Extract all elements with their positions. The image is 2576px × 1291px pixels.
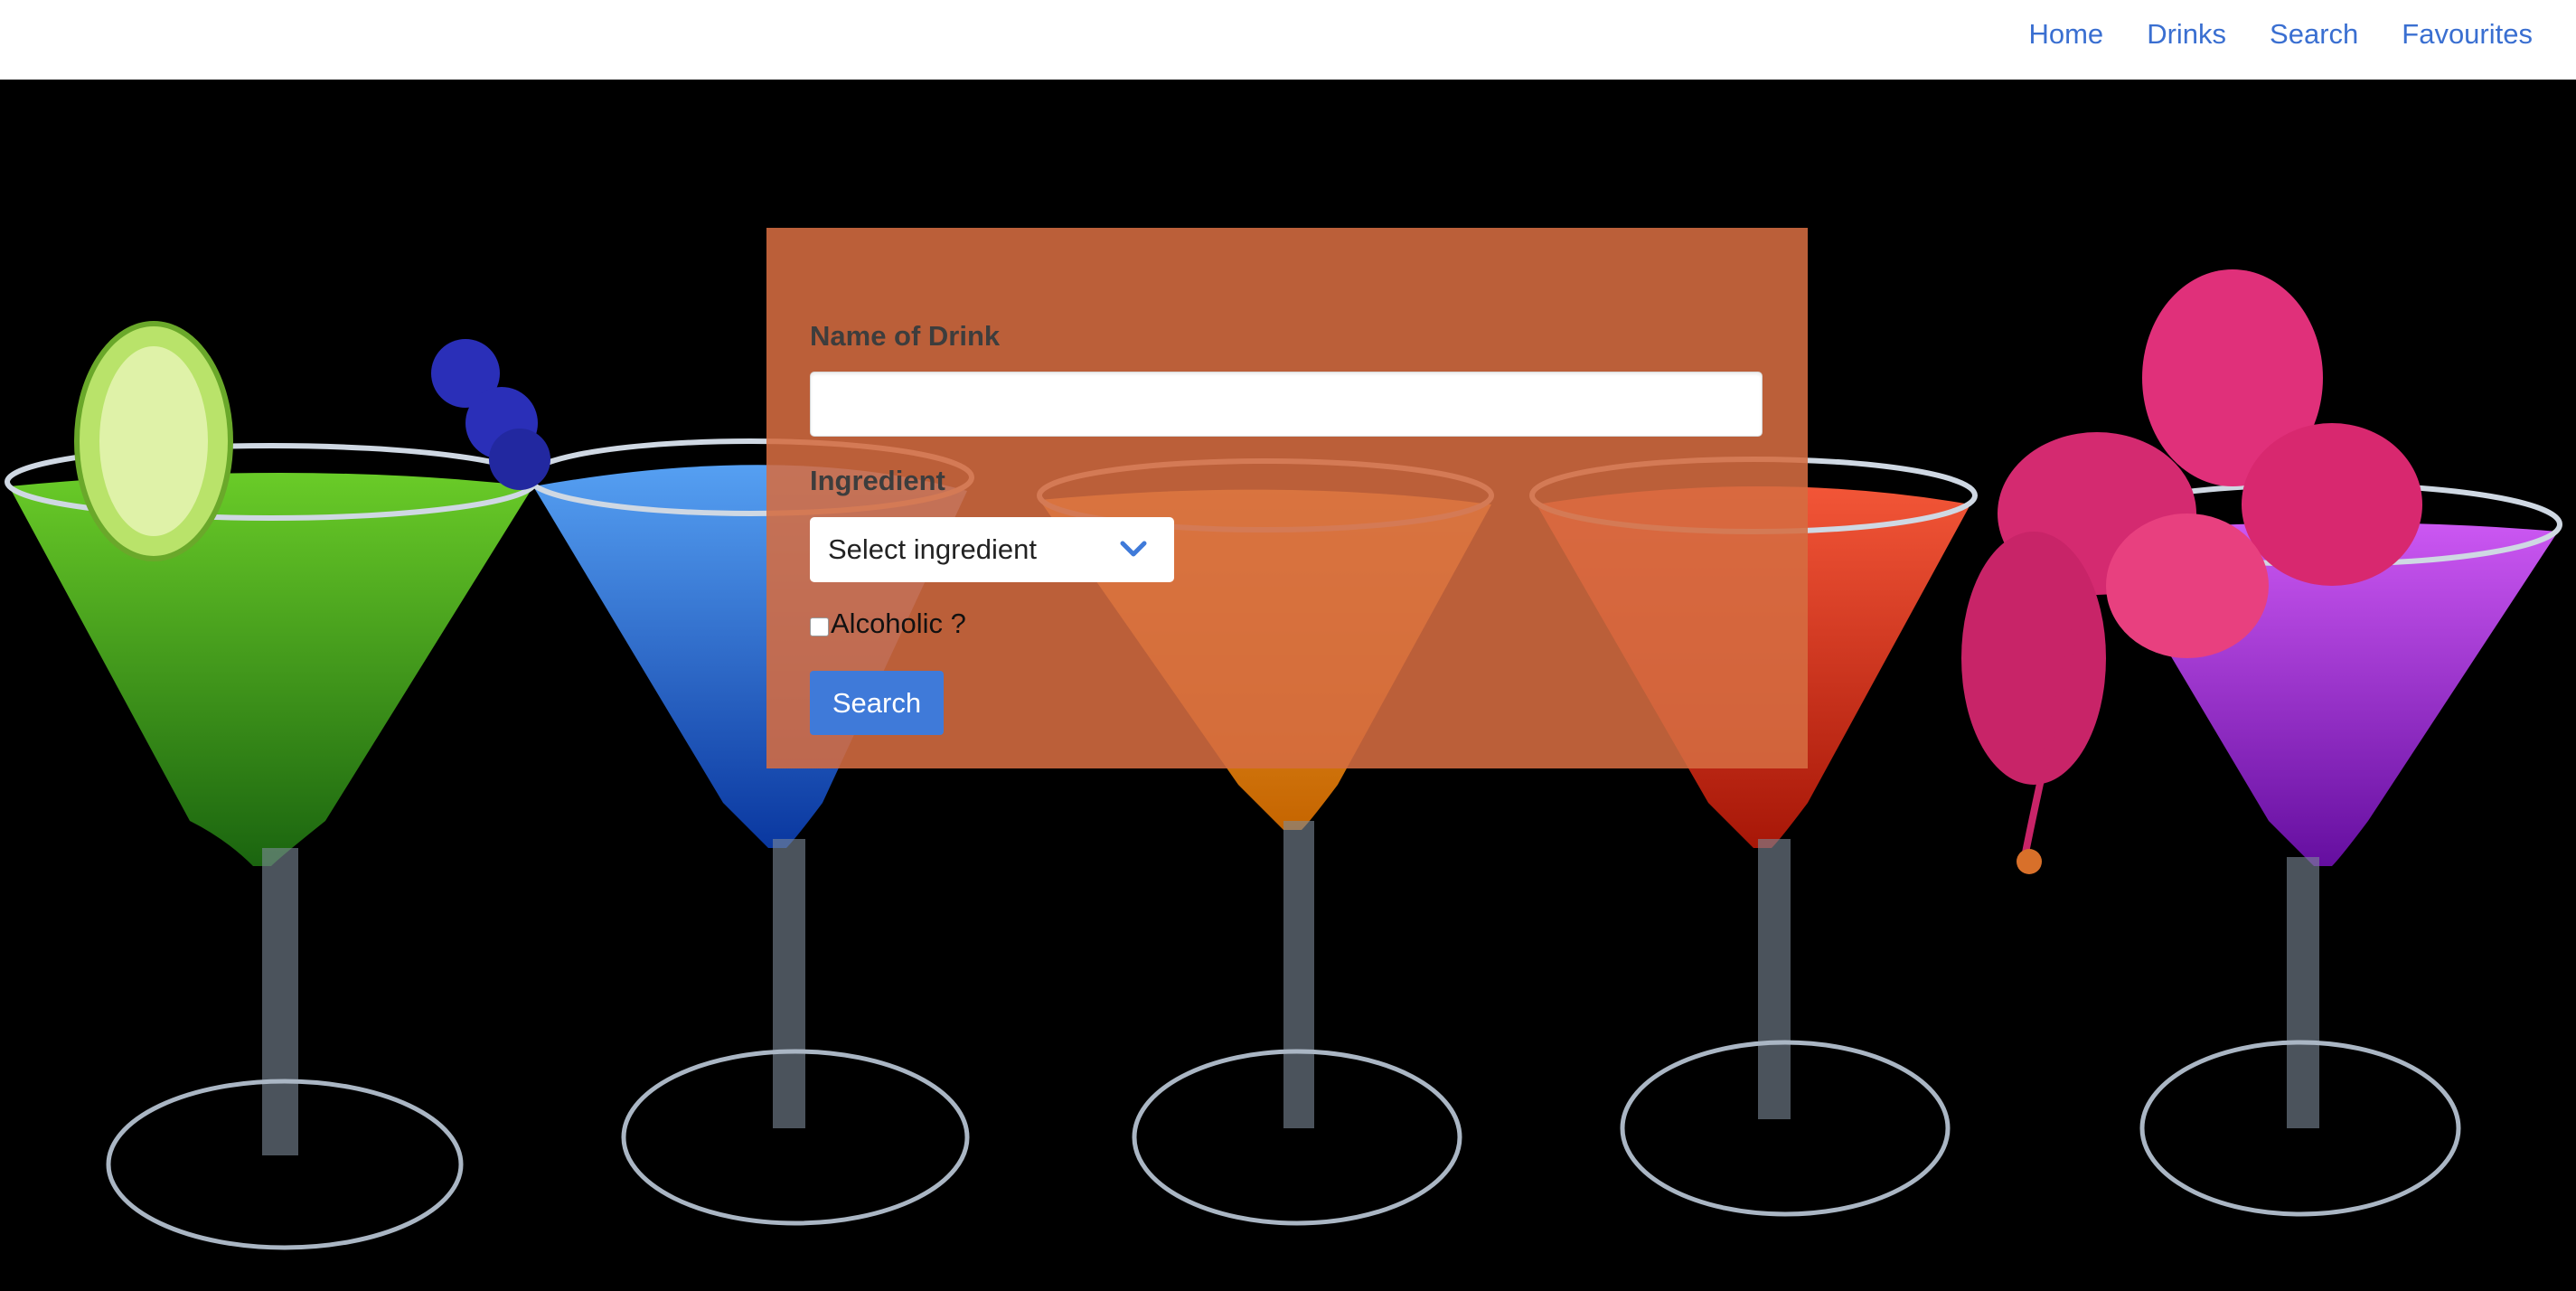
- navbar: Home Drinks Search Favourites: [0, 0, 2576, 80]
- alcoholic-label: Alcoholic ?: [831, 608, 966, 639]
- drink-name-input[interactable]: [810, 372, 1763, 437]
- chevron-down-icon: [1120, 541, 1147, 557]
- nav-favourites-link[interactable]: Favourites: [2402, 18, 2533, 51]
- search-button[interactable]: Search: [810, 671, 944, 735]
- search-form-panel: Name of Drink Ingredient Select ingredie…: [766, 228, 1808, 768]
- ingredient-select[interactable]: Select ingredient: [810, 517, 1174, 582]
- purple-cocktail-glass: [1961, 269, 2562, 1217]
- drink-name-label: Name of Drink: [810, 320, 1001, 352]
- alcoholic-option: Alcoholic ?: [810, 608, 966, 640]
- alcoholic-checkbox[interactable]: [810, 617, 829, 636]
- nav-drinks-link[interactable]: Drinks: [2147, 18, 2226, 51]
- ingredient-label: Ingredient: [810, 465, 945, 496]
- nav-links: Home Drinks Search Favourites: [2028, 0, 2533, 69]
- green-cocktail-glass: [5, 321, 538, 1250]
- nav-search-link[interactable]: Search: [2270, 18, 2358, 51]
- nav-home-link[interactable]: Home: [2028, 18, 2103, 51]
- ingredient-select-value: Select ingredient: [828, 533, 1037, 565]
